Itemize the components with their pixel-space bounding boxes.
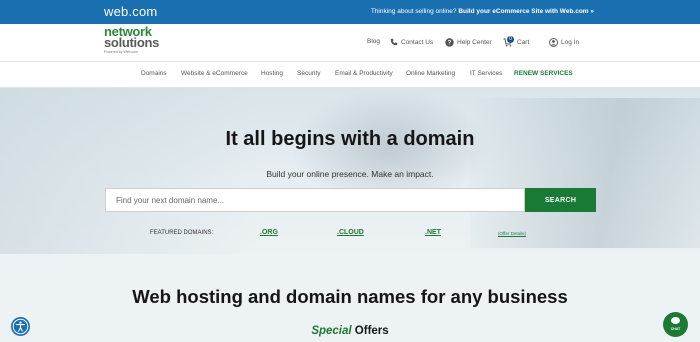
featured-domains-label: FEATURED DOMAINS: xyxy=(150,230,214,236)
domain-search: SEARCH xyxy=(105,188,596,212)
nav-item-security[interactable]: Security xyxy=(297,70,320,77)
special-word: Special xyxy=(311,325,352,337)
search-button[interactable]: SEARCH xyxy=(525,188,596,212)
site-header: network solutions Powered by Web.com Blo… xyxy=(0,24,700,62)
offer-details-link[interactable]: (Offer Details) xyxy=(498,231,526,236)
contact-us-label: Contact Us xyxy=(401,38,434,46)
accessibility-icon xyxy=(11,318,30,340)
special-offers-heading: Special Offers xyxy=(0,325,700,337)
nav-item-it-services[interactable]: IT Services xyxy=(470,70,502,77)
nav-item-online-marketing[interactable]: Online Marketing xyxy=(406,70,455,77)
phone-icon xyxy=(390,38,398,46)
blog-label: Blog xyxy=(367,38,381,45)
cart-label: Cart xyxy=(517,39,530,46)
hero-subtitle: Build your online presence. Make an impa… xyxy=(266,169,434,179)
domain-search-input[interactable] xyxy=(105,188,525,212)
svg-text:?: ? xyxy=(448,41,452,47)
featured-tld-org[interactable]: .ORG xyxy=(260,229,278,236)
hero-section: It all begins with a domain Build your o… xyxy=(0,88,700,254)
cart-link[interactable]: 0 Cart xyxy=(503,36,530,47)
lower-section: Web hosting and domain names for any bus… xyxy=(0,254,700,342)
accessibility-button[interactable] xyxy=(11,317,30,336)
contact-us-link[interactable]: Contact Us xyxy=(390,38,433,46)
network-solutions-logo[interactable]: network solutions Powered by Web.com xyxy=(104,25,174,60)
featured-tld-net[interactable]: .NET xyxy=(425,229,441,236)
cart-icon: 0 xyxy=(503,36,514,47)
logo-line-solutions: solutions xyxy=(104,35,160,50)
offer-details-label: Offer Details xyxy=(499,231,525,236)
nav-item-domains[interactable]: Domains xyxy=(141,70,167,77)
webcom-brand-link[interactable]: web.com xyxy=(104,4,157,19)
chat-bubble-icon xyxy=(671,317,680,324)
hero-title: It all begins with a domain xyxy=(225,128,475,150)
nav-item-website-ecommerce[interactable]: Website & eCommerce xyxy=(181,70,248,77)
help-center-link[interactable]: ? Help Center xyxy=(445,38,492,47)
blog-link[interactable]: Blog xyxy=(367,38,380,45)
login-label: Log In xyxy=(561,39,580,46)
nav-item-email-productivity[interactable]: Email & Productivity xyxy=(335,70,393,77)
cart-count-badge: 0 xyxy=(507,36,514,43)
offers-word: Offers xyxy=(354,325,389,337)
ecommerce-promo[interactable]: Thinking about selling online? Build you… xyxy=(371,8,594,15)
nav-item-renew-services[interactable]: RENEW SERVICES xyxy=(514,70,573,77)
help-icon: ? xyxy=(445,38,454,47)
user-icon xyxy=(549,38,558,47)
main-nav: Domains Website & eCommerce Hosting Secu… xyxy=(0,62,700,88)
chat-label: CHAT xyxy=(670,327,681,331)
section-title: Web hosting and domain names for any bus… xyxy=(132,286,568,307)
logo-powered-by: Powered by Web.com xyxy=(104,50,139,54)
top-banner: web.com Thinking about selling online? B… xyxy=(0,0,700,24)
featured-tld-cloud[interactable]: .CLOUD xyxy=(337,229,364,236)
help-center-label: Help Center xyxy=(457,39,492,46)
nav-item-hosting[interactable]: Hosting xyxy=(261,70,283,77)
promo-text: Thinking about selling online? xyxy=(370,8,457,15)
promo-link[interactable]: Build your eCommerce Site with Web.com » xyxy=(458,8,594,15)
chat-button[interactable]: CHAT xyxy=(663,312,688,337)
login-link[interactable]: Log In xyxy=(549,38,579,47)
